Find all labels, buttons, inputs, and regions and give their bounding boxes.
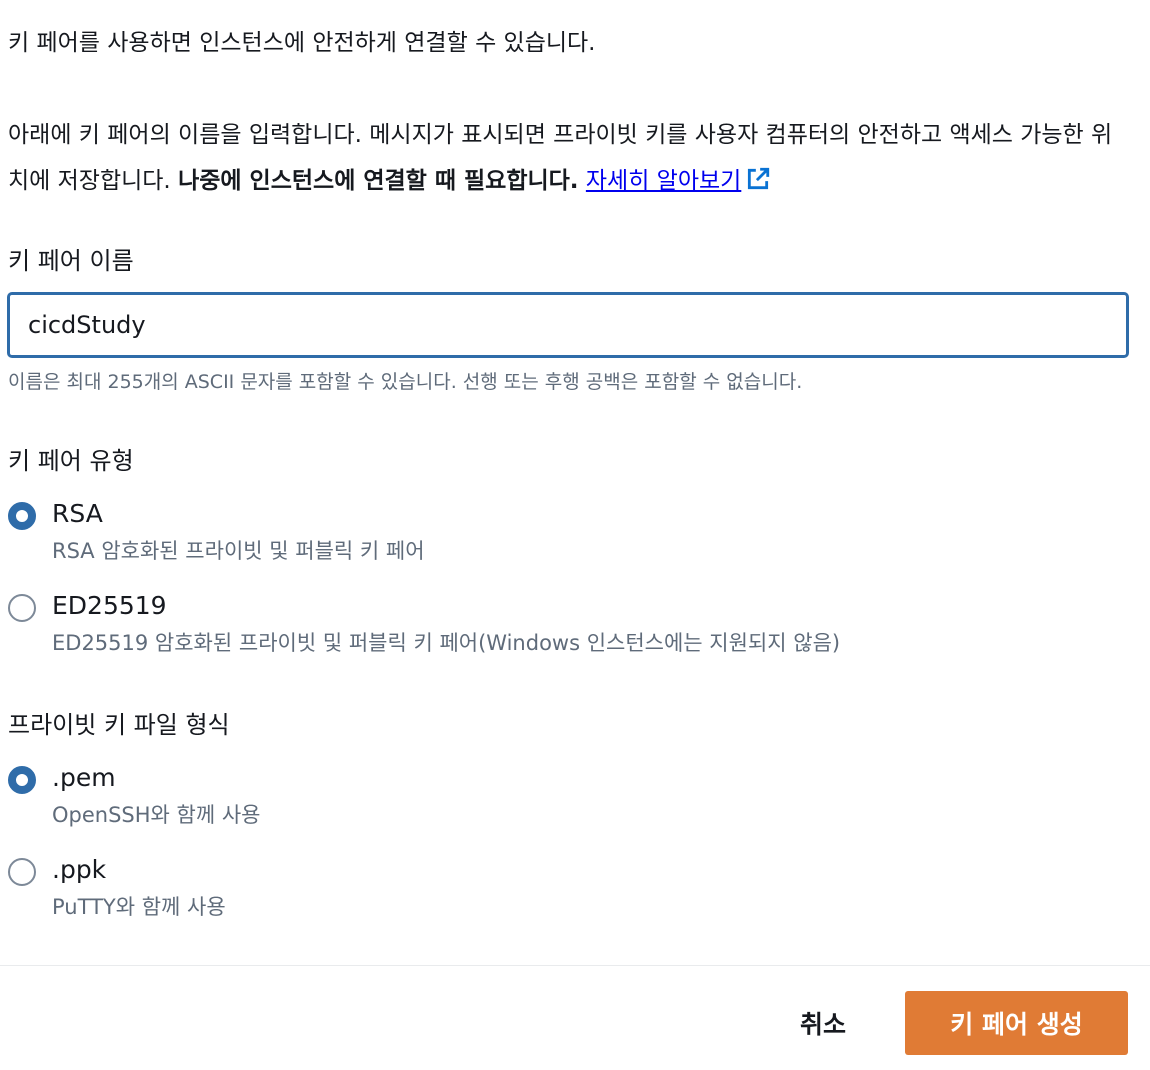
key-name-hint: 이름은 최대 255개의 ASCII 문자를 포함할 수 있습니다. 선행 또는… bbox=[8, 371, 803, 393]
radio-label-ed25519: ED25519 bbox=[52, 591, 167, 620]
footer-divider bbox=[0, 965, 1150, 966]
key-name-input[interactable] bbox=[7, 292, 1129, 358]
key-name-label: 키 페어 이름 bbox=[8, 247, 134, 275]
radio-description-ppk: PuTTY와 함께 사용 bbox=[52, 895, 226, 919]
radio-button-pem[interactable] bbox=[8, 766, 36, 794]
description-text: 아래에 키 페어의 이름을 입력합니다. 메시지가 표시되면 프라이빗 키를 사… bbox=[8, 112, 1133, 204]
radio-description-pem: OpenSSH와 함께 사용 bbox=[52, 803, 261, 827]
radio-button-rsa[interactable] bbox=[8, 502, 36, 530]
create-key-pair-form: 키 페어를 사용하면 인스턴스에 안전하게 연결할 수 있습니다. 아래에 키 … bbox=[0, 0, 1150, 1070]
file-format-label: 프라이빗 키 파일 형식 bbox=[8, 711, 230, 739]
description-bold: 나중에 인스턴스에 연결할 때 필요합니다. bbox=[178, 168, 579, 194]
intro-text: 키 페어를 사용하면 인스턴스에 안전하게 연결할 수 있습니다. bbox=[8, 30, 596, 56]
radio-description-ed25519: ED25519 암호화된 프라이빗 및 퍼블릭 키 페어(Windows 인스턴… bbox=[52, 631, 841, 655]
radio-label-rsa: RSA bbox=[52, 499, 103, 528]
create-key-pair-button[interactable]: 키 페어 생성 bbox=[905, 991, 1128, 1055]
radio-description-rsa: RSA 암호화된 프라이빗 및 퍼블릭 키 페어 bbox=[52, 539, 425, 563]
key-type-label: 키 페어 유형 bbox=[8, 447, 134, 475]
radio-label-ppk: .ppk bbox=[52, 855, 107, 884]
cancel-button[interactable]: 취소 bbox=[780, 1000, 866, 1046]
external-link-icon bbox=[748, 167, 770, 190]
radio-button-ppk[interactable] bbox=[8, 858, 36, 886]
radio-label-pem: .pem bbox=[52, 763, 116, 792]
radio-button-ed25519[interactable] bbox=[8, 594, 36, 622]
learn-more-link[interactable]: 자세히 알아보기 bbox=[585, 167, 771, 194]
learn-more-label: 자세히 알아보기 bbox=[585, 168, 742, 194]
